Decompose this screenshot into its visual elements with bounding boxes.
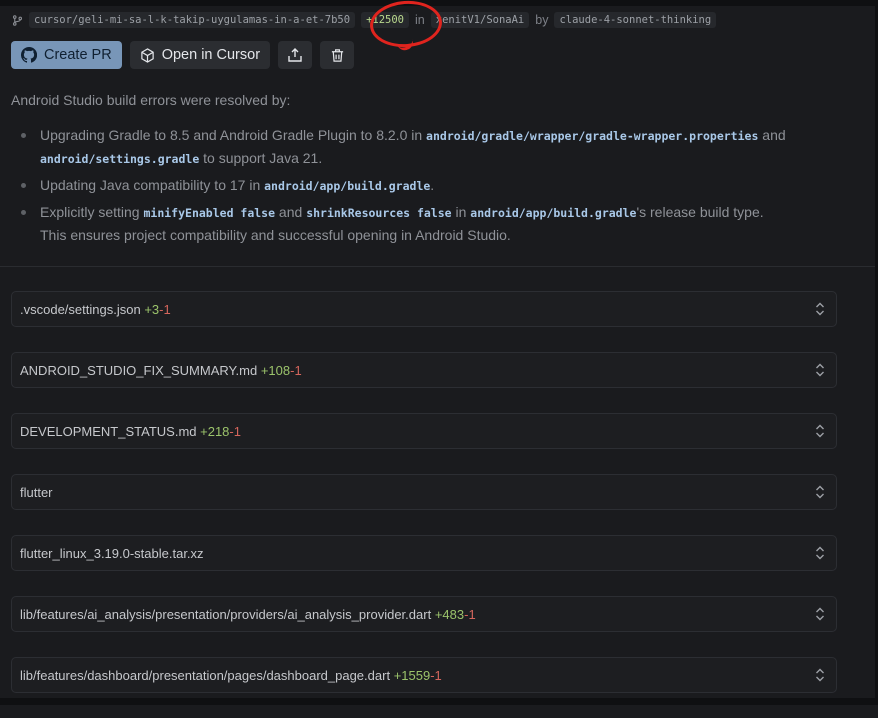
deletions-count: -1 <box>430 667 442 683</box>
file-entry: DEVELOPMENT_STATUS.md +218-1 <box>20 424 241 439</box>
bottom-edge <box>0 698 878 705</box>
file-row[interactable]: .vscode/settings.json +3-1 <box>11 291 837 327</box>
section-divider <box>0 266 875 267</box>
chevron-up-down-icon[interactable] <box>814 606 826 622</box>
code-path: android/gradle/wrapper/gradle-wrapper.pr… <box>426 129 759 143</box>
file-name: flutter <box>20 484 53 500</box>
summary-item: Upgrading Gradle to 8.5 and Android Grad… <box>19 124 841 170</box>
summary-text: and <box>758 127 786 143</box>
open-in-cursor-button[interactable]: Open in Cursor <box>129 41 271 69</box>
code-path: android/settings.gradle <box>40 152 200 166</box>
file-name: lib/features/dashboard/presentation/page… <box>20 667 391 683</box>
code-setting: shrinkResources false <box>306 206 452 220</box>
deletions-count: -1 <box>464 606 476 622</box>
code-setting: minifyEnabled false <box>143 206 276 220</box>
additions-count: +1559 <box>393 667 431 683</box>
chevron-up-down-icon[interactable] <box>814 484 826 500</box>
deletions-count: -1 <box>229 423 241 439</box>
open-in-cursor-label: Open in Cursor <box>161 47 261 63</box>
file-name: flutter_linux_3.19.0-stable.tar.xz <box>20 545 204 561</box>
summary-text: Upgrading Gradle to 8.5 and Android Grad… <box>40 127 427 143</box>
by-label: by <box>535 13 549 27</box>
file-row[interactable]: flutter <box>11 474 837 510</box>
summary-text: to support Java 21. <box>199 150 323 166</box>
chevron-up-down-icon[interactable] <box>814 301 826 317</box>
summary-item: Explicitly setting minifyEnabled false a… <box>19 201 841 246</box>
additions-count: +218 <box>200 423 230 439</box>
code-path: android/app/build.gradle <box>264 179 431 193</box>
summary-text: in <box>451 204 471 220</box>
summary-text: and <box>275 204 307 220</box>
file-row[interactable]: ANDROID_STUDIO_FIX_SUMMARY.md +108-1 <box>11 352 837 388</box>
summary-intro: Android Studio build errors were resolve… <box>11 92 291 108</box>
action-buttons: Create PR Open in Cursor <box>11 41 355 69</box>
file-entry: lib/features/dashboard/presentation/page… <box>20 668 442 683</box>
branch-info-row: cursor/geli-mi-sa-l-k-takip-uygulamas-in… <box>12 10 717 30</box>
file-name: lib/features/ai_analysis/presentation/pr… <box>20 606 432 622</box>
cursor-cube-icon <box>140 47 155 63</box>
file-row[interactable]: DEVELOPMENT_STATUS.md +218-1 <box>11 413 837 449</box>
chevron-up-down-icon[interactable] <box>814 545 826 561</box>
chevron-up-down-icon[interactable] <box>814 667 826 683</box>
model-name: claude-4-sonnet-thinking <box>554 12 717 28</box>
chevron-up-down-icon[interactable] <box>814 423 826 439</box>
summary-list: Upgrading Gradle to 8.5 and Android Grad… <box>11 124 841 246</box>
additions-count: +3 <box>144 301 160 317</box>
file-row[interactable]: flutter_linux_3.19.0-stable.tar.xz <box>11 535 837 571</box>
file-entry: lib/features/ai_analysis/presentation/pr… <box>20 607 476 622</box>
file-name: .vscode/settings.json <box>20 301 141 317</box>
github-icon <box>21 47 37 63</box>
deletions-count: -1 <box>290 362 302 378</box>
file-name: ANDROID_STUDIO_FIX_SUMMARY.md <box>20 362 258 378</box>
repo-name[interactable]: xenitV1/SonaAi <box>430 12 530 28</box>
chevron-up-down-icon[interactable] <box>814 362 826 378</box>
file-row[interactable]: lib/features/dashboard/presentation/page… <box>11 657 837 693</box>
summary-text: Updating Java compatibility to 17 in <box>40 177 265 193</box>
file-entry: flutter_linux_3.19.0-stable.tar.xz <box>20 546 204 561</box>
additions-count: +483 <box>434 606 465 622</box>
file-entry: flutter <box>20 485 53 500</box>
trash-icon <box>330 48 345 63</box>
summary-text: 's release build type. <box>636 204 764 220</box>
change-summary: Android Studio build errors were resolve… <box>11 89 841 250</box>
share-upload-icon <box>287 47 303 63</box>
deletions-count: -1 <box>159 301 171 317</box>
top-edge <box>0 0 878 6</box>
additions-count: +108 <box>260 362 291 378</box>
file-name: DEVELOPMENT_STATUS.md <box>20 423 197 439</box>
git-branch-icon <box>12 14 23 26</box>
code-path: android/app/build.gradle <box>470 206 637 220</box>
summary-item: Updating Java compatibility to 17 in and… <box>19 174 841 197</box>
summary-text: This ensures project compatibility and s… <box>40 227 511 243</box>
delete-button[interactable] <box>320 41 355 69</box>
file-entry: .vscode/settings.json +3-1 <box>20 302 171 317</box>
create-pr-label: Create PR <box>44 47 112 63</box>
file-row[interactable]: lib/features/ai_analysis/presentation/pr… <box>11 596 837 632</box>
share-button[interactable] <box>278 41 313 69</box>
summary-text: Explicitly setting <box>40 204 144 220</box>
summary-text: . <box>430 177 435 193</box>
branch-name[interactable]: cursor/geli-mi-sa-l-k-takip-uygulamas-in… <box>29 12 356 28</box>
create-pr-button[interactable]: Create PR <box>11 41 122 69</box>
file-entry: ANDROID_STUDIO_FIX_SUMMARY.md +108-1 <box>20 363 302 378</box>
changed-files-list: .vscode/settings.json +3-1 ANDROID_STUDI… <box>11 291 837 718</box>
